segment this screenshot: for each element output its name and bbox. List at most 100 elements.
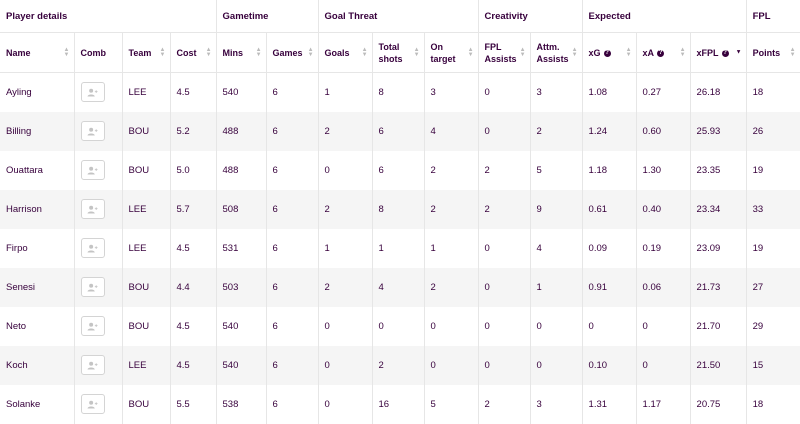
cell-attm-assists: 0 bbox=[530, 306, 583, 346]
sort-arrows-icon[interactable]: ▲ ▼ bbox=[64, 47, 70, 58]
add-to-combination-button[interactable] bbox=[80, 121, 105, 141]
cell-games: 6 bbox=[266, 72, 319, 112]
cell-shots: 16 bbox=[372, 384, 425, 424]
column-header-comb: Comb bbox=[74, 32, 123, 73]
column-header-xg[interactable]: xG? ▲ ▼ bbox=[582, 32, 637, 73]
cell-xfpl: 20.75 bbox=[690, 384, 747, 424]
cell-games: 6 bbox=[266, 228, 319, 268]
add-to-combination-button[interactable] bbox=[80, 160, 105, 180]
cell-games: 6 bbox=[266, 267, 319, 307]
comb-cell bbox=[74, 228, 123, 268]
add-to-combination-button[interactable] bbox=[80, 394, 105, 414]
column-header-label: Attm. Assists bbox=[536, 41, 569, 64]
player-stats-table: Player details Gametime Goal Threat Creativ… bbox=[0, 0, 800, 424]
column-header-on-target[interactable]: On target ▲ ▼ bbox=[424, 32, 479, 73]
cell-games: 6 bbox=[266, 306, 319, 346]
column-header-attm-assists[interactable]: Attm. Assists ▲ ▼ bbox=[530, 32, 583, 73]
comb-cell bbox=[74, 345, 123, 385]
add-to-combination-button[interactable] bbox=[80, 199, 105, 219]
cell-cost: 4.4 bbox=[170, 267, 217, 307]
sort-arrows-icon[interactable]: ▲ ▼ bbox=[626, 47, 632, 58]
column-header-team[interactable]: Team ▲ ▼ bbox=[122, 32, 171, 73]
cell-xa: 0 bbox=[636, 306, 691, 346]
column-header-label: Team bbox=[128, 47, 152, 58]
column-group-header: Player details Gametime Goal Threat Creativ… bbox=[0, 0, 800, 33]
sort-arrows-icon[interactable]: ▲ ▼ bbox=[362, 47, 368, 58]
cell-name: Solanke bbox=[0, 384, 75, 424]
column-header-goals[interactable]: Goals ▲ ▼ bbox=[318, 32, 373, 73]
info-icon[interactable]: ? bbox=[603, 49, 611, 57]
column-header-total-shots[interactable]: Total shots ▲ ▼ bbox=[372, 32, 425, 73]
cell-shots: 8 bbox=[372, 72, 425, 112]
column-header-mins[interactable]: Mins ▲ ▼ bbox=[216, 32, 267, 73]
cell-name: Billing bbox=[0, 111, 75, 151]
cell-xg: 1.24 bbox=[582, 111, 637, 151]
cell-mins: 508 bbox=[216, 189, 267, 229]
sort-arrows-icon[interactable]: ▲ ▼ bbox=[160, 47, 166, 58]
cell-xfpl: 23.09 bbox=[690, 228, 747, 268]
add-to-combination-button[interactable] bbox=[80, 238, 105, 258]
cell-fpl-assists: 2 bbox=[478, 384, 531, 424]
info-icon[interactable]: ? bbox=[657, 49, 665, 57]
cell-games: 6 bbox=[266, 189, 319, 229]
cell-attm-assists: 3 bbox=[530, 384, 583, 424]
column-header-xa[interactable]: xA? ▲ ▼ bbox=[636, 32, 691, 73]
cell-mins: 488 bbox=[216, 150, 267, 190]
add-to-combination-button[interactable] bbox=[80, 277, 105, 297]
cell-on-target: 3 bbox=[424, 72, 479, 112]
cell-goals: 0 bbox=[318, 150, 373, 190]
column-header-games[interactable]: Games ▲ ▼ bbox=[266, 32, 319, 73]
column-header-points[interactable]: Points ▲ ▼ bbox=[746, 32, 800, 73]
cell-xa: 1.30 bbox=[636, 150, 691, 190]
cell-team: BOU bbox=[122, 111, 171, 151]
cell-cost: 5.2 bbox=[170, 111, 217, 151]
column-header-row: Name ▲ ▼ Comb Team ▲ ▼ Cost ▲ ▼ Mins ▲ ▼ Games ▲ ▼ Goals… bbox=[0, 32, 800, 73]
cell-name: Firpo bbox=[0, 228, 75, 268]
cell-xa: 0.27 bbox=[636, 72, 691, 112]
cell-xfpl: 21.70 bbox=[690, 306, 747, 346]
cell-cost: 4.5 bbox=[170, 345, 217, 385]
column-header-label: FPL Assists bbox=[484, 41, 517, 64]
add-user-icon bbox=[87, 283, 98, 292]
sort-arrows-icon[interactable]: ▲ ▼ bbox=[414, 47, 420, 58]
sort-arrows-icon[interactable]: ▲ ▼ bbox=[206, 47, 212, 58]
cell-name: Neto bbox=[0, 306, 75, 346]
sort-arrows-icon[interactable]: ▲ ▼ bbox=[468, 47, 474, 58]
cell-xg: 0.91 bbox=[582, 267, 637, 307]
sort-arrows-icon[interactable]: ▲ ▼ bbox=[308, 47, 314, 58]
cell-points: 29 bbox=[746, 306, 800, 346]
info-icon[interactable]: ? bbox=[721, 49, 729, 57]
cell-games: 6 bbox=[266, 345, 319, 385]
sort-arrows-icon[interactable]: ▲ ▼ bbox=[572, 47, 578, 58]
cell-xfpl: 23.35 bbox=[690, 150, 747, 190]
sort-arrows-icon[interactable]: ▲ ▼ bbox=[790, 47, 796, 58]
group-header-creativity: Creativity bbox=[478, 0, 583, 33]
table-row: Ouattara BOU 5.0 488 6 0 6 2 2 5 1.18 1.30 23.35 19 bbox=[0, 150, 800, 190]
add-to-combination-button[interactable] bbox=[80, 355, 105, 375]
sort-arrows-icon[interactable]: ▲ ▼ bbox=[520, 47, 526, 58]
add-to-combination-button[interactable] bbox=[80, 82, 105, 103]
column-header-fpl-assists[interactable]: FPL Assists ▲ ▼ bbox=[478, 32, 531, 73]
cell-team: LEE bbox=[122, 228, 171, 268]
add-to-combination-button[interactable] bbox=[80, 316, 105, 336]
column-header-cost[interactable]: Cost ▲ ▼ bbox=[170, 32, 217, 73]
table-row: Firpo LEE 4.5 531 6 1 1 1 0 4 0.09 0.19 23.09 19 bbox=[0, 228, 800, 268]
add-user-icon bbox=[87, 322, 98, 331]
cell-mins: 538 bbox=[216, 384, 267, 424]
cell-on-target: 5 bbox=[424, 384, 479, 424]
cell-goals: 2 bbox=[318, 267, 373, 307]
cell-xa: 1.17 bbox=[636, 384, 691, 424]
cell-attm-assists: 9 bbox=[530, 189, 583, 229]
sort-arrows-icon[interactable]: ▲ ▼ bbox=[256, 47, 262, 58]
cell-team: LEE bbox=[122, 72, 171, 112]
group-header-expected: Expected bbox=[582, 0, 747, 33]
cell-name: Ouattara bbox=[0, 150, 75, 190]
sort-arrows-icon[interactable]: ▲ ▼ bbox=[680, 47, 686, 58]
sort-arrows-icon[interactable]: ▼ bbox=[736, 49, 742, 55]
cell-cost: 5.0 bbox=[170, 150, 217, 190]
cell-points: 19 bbox=[746, 228, 800, 268]
cell-cost: 4.5 bbox=[170, 72, 217, 112]
cell-team: BOU bbox=[122, 306, 171, 346]
column-header-name[interactable]: Name ▲ ▼ bbox=[0, 32, 75, 73]
column-header-xfpl[interactable]: xFPL? ▼ bbox=[690, 32, 747, 73]
